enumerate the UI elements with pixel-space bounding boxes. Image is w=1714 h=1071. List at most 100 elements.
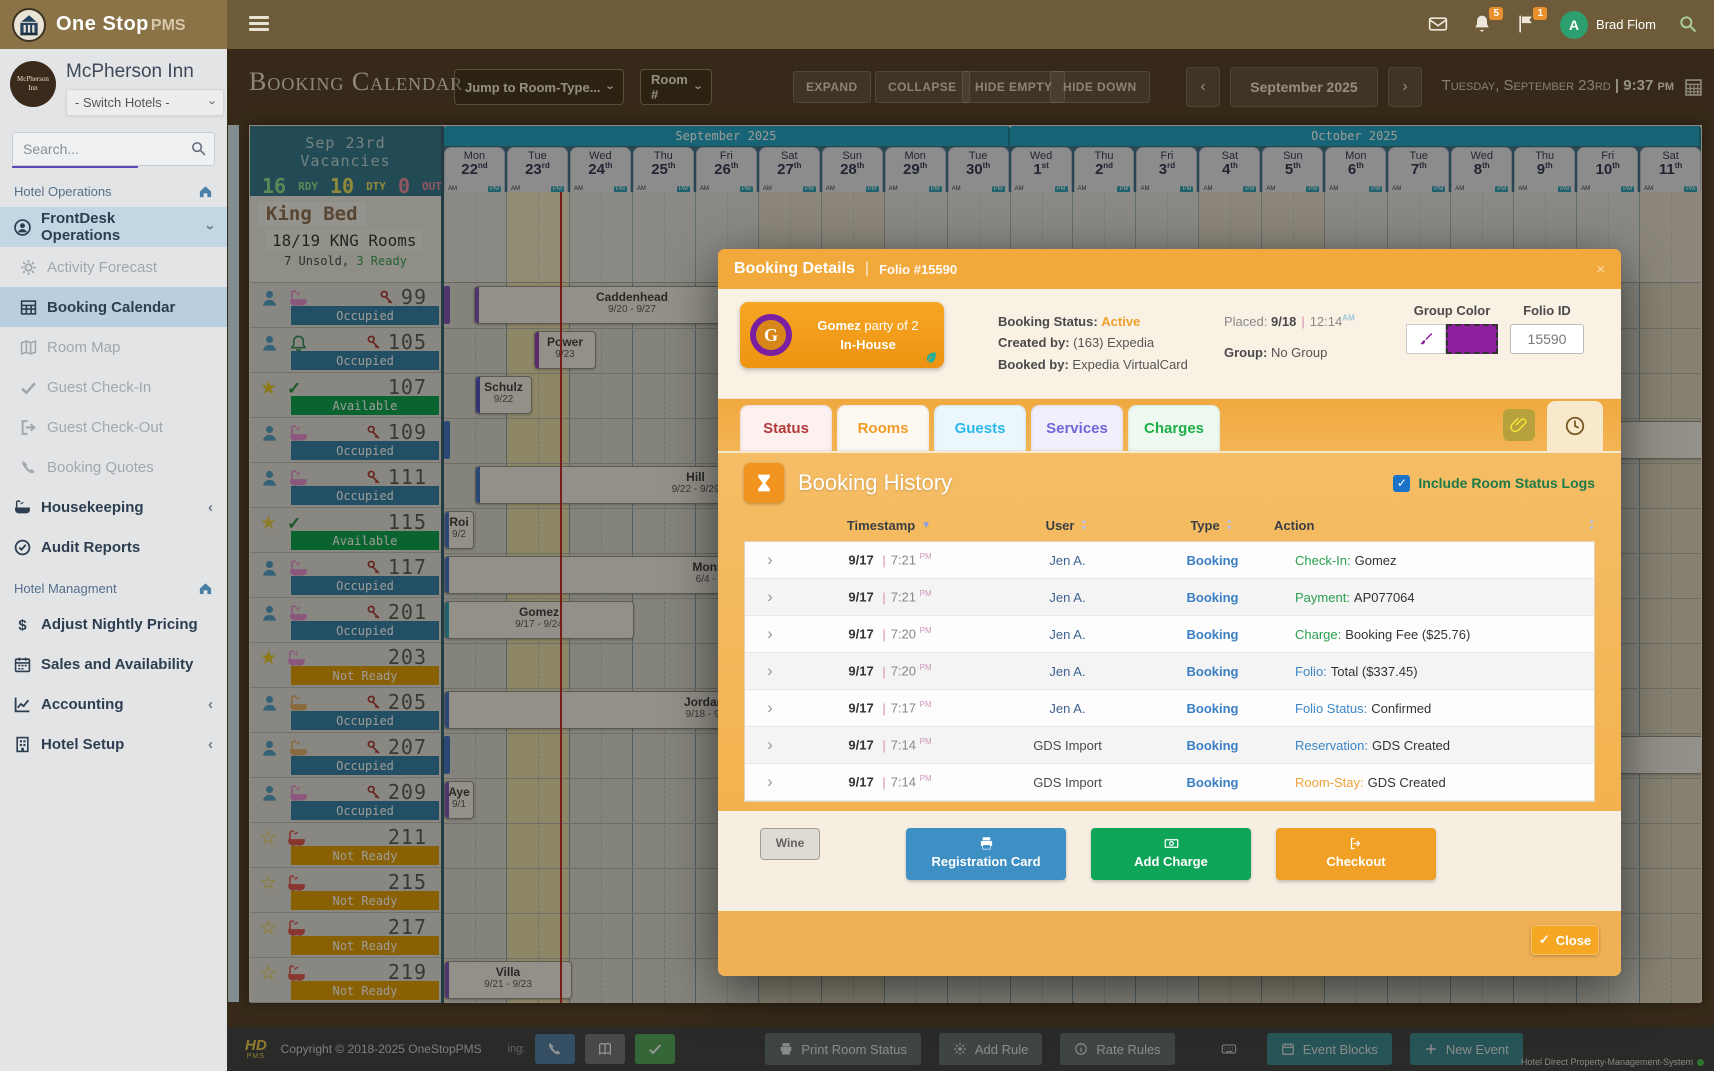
hotel-avatar: McPhersonInn [10, 61, 56, 107]
tab-services[interactable]: Services [1031, 405, 1123, 451]
group-color-swatch[interactable] [1446, 324, 1498, 354]
sidebar-item-accounting[interactable]: Accounting ‹ [0, 684, 227, 724]
map-icon [20, 339, 37, 356]
home-icon[interactable] [198, 184, 213, 199]
hamburger-menu-icon[interactable] [249, 16, 269, 32]
hourglass-icon [744, 463, 784, 503]
attachments-paperclip-icon[interactable] [1503, 409, 1535, 441]
avatar: A [1560, 11, 1588, 39]
row-timestamp: 9/17 |7:14 PM [795, 737, 985, 752]
sidebar-item-activity-forecast[interactable]: Activity Forecast [0, 247, 227, 287]
history-row[interactable]: ›9/17 |7:14 PMGDS ImportBookingRoom-Stay… [745, 764, 1594, 801]
modal-footer: ✓ Close [718, 911, 1621, 976]
col-timestamp[interactable]: Timestamp▼ [794, 518, 984, 533]
sidebar-item-booking-quotes[interactable]: Booking Quotes [0, 447, 227, 487]
sidebar-item-adjust-nightly-pricing[interactable]: $ Adjust Nightly Pricing [0, 604, 227, 644]
row-expander-icon[interactable]: › [745, 624, 795, 644]
row-expander-icon[interactable]: › [745, 661, 795, 681]
sidebar-item-label: Activity Forecast [47, 259, 213, 276]
sidebar-item-audit-reports[interactable]: Audit Reports [0, 527, 227, 567]
sidebar-item-label: Housekeeping [41, 499, 198, 516]
dollar-icon: $ [14, 616, 31, 633]
row-type: Booking [1150, 738, 1275, 753]
col-action[interactable]: Action▲▼ [1274, 518, 1595, 533]
history-row[interactable]: ›9/17 |7:20 PMJen A.BookingFolio:Total (… [745, 653, 1594, 690]
home-icon[interactable] [198, 581, 213, 596]
user-name: Brad Flom [1596, 17, 1656, 32]
modal-tab-strip: Status Rooms Guests Services Charges [718, 399, 1621, 451]
row-expander-icon[interactable]: › [745, 698, 795, 718]
global-search-icon[interactable] [1678, 14, 1700, 36]
modal-title: Booking Details [734, 260, 855, 278]
sidebar-item-frontdesk-operations[interactable]: FrontDesk Operations› [0, 207, 227, 247]
sidebar-item-label: Adjust Nightly Pricing [41, 616, 213, 633]
hotel-name: McPherson Inn [66, 61, 224, 83]
sidebar-item-label: Accounting [41, 696, 198, 713]
sidebar-item-housekeeping[interactable]: Housekeeping ‹ [0, 487, 227, 527]
notifications-bell-icon[interactable]: 5 [1472, 14, 1494, 36]
row-type: Booking [1150, 627, 1275, 642]
search-input[interactable] [12, 132, 215, 166]
sidebar-item-guest-check-out[interactable]: Guest Check-Out [0, 407, 227, 447]
history-row[interactable]: ›9/17 |7:21 PMJen A.BookingPayment:AP077… [745, 579, 1594, 616]
chevron-left-icon: ‹ [208, 499, 213, 516]
section-hotel-operations: Hotel Operations [0, 170, 227, 207]
registration-card-button[interactable]: Registration Card [906, 828, 1066, 880]
checkout-button[interactable]: Checkout [1276, 828, 1436, 880]
history-row[interactable]: ›9/17 |7:21 PMJen A.BookingCheck-In:Gome… [745, 542, 1594, 579]
tab-guests[interactable]: Guests [934, 405, 1026, 451]
sidebar-item-booking-calendar[interactable]: Booking Calendar [0, 287, 227, 327]
history-title: Booking History [798, 470, 952, 496]
col-type[interactable]: Type▲▼ [1149, 518, 1274, 533]
row-expander-icon[interactable]: › [745, 735, 795, 755]
sidebar-item-room-map[interactable]: Room Map [0, 327, 227, 367]
topbar-actions: 5 1 A Brad Flom [1428, 0, 1700, 49]
table-icon [20, 299, 37, 316]
row-type: Booking [1150, 701, 1275, 716]
chevron-down-icon: › [202, 225, 219, 230]
history-table-body: ›9/17 |7:21 PMJen A.BookingCheck-In:Gome… [744, 541, 1595, 802]
switch-hotels-select[interactable]: - Switch Hotels - › [66, 89, 224, 116]
close-button[interactable]: ✓ Close [1531, 925, 1599, 955]
add-charge-button[interactable]: Add Charge [1091, 828, 1251, 880]
check-icon: ✓ [1539, 932, 1550, 948]
stray-booking-bar[interactable]: Wine [760, 828, 820, 860]
history-row[interactable]: ›9/17 |7:17 PMJen A.BookingFolio Status:… [745, 690, 1594, 727]
chevron-left-icon: ‹ [208, 696, 213, 713]
tab-charges[interactable]: Charges [1128, 405, 1220, 451]
row-action: Folio:Total ($337.45) [1275, 664, 1594, 679]
tab-status[interactable]: Status [740, 405, 832, 451]
row-expander-icon[interactable]: › [745, 772, 795, 792]
guest-card[interactable]: G Gomez party of 2 In-House [740, 302, 944, 368]
group-value: No Group [1271, 345, 1327, 360]
guest-status: In-House [840, 337, 896, 352]
user-menu[interactable]: A Brad Flom [1560, 11, 1656, 39]
messages-icon[interactable] [1428, 14, 1450, 36]
row-type: Booking [1150, 775, 1275, 790]
modal-folio-subtitle: Folio #15590 [879, 262, 957, 277]
flags-icon[interactable]: 1 [1516, 14, 1538, 36]
chart-icon [14, 696, 31, 713]
folio-id-input[interactable] [1510, 324, 1584, 354]
row-action: Check-In:Gomez [1275, 553, 1594, 568]
row-user: Jen A. [985, 664, 1150, 679]
sidebar-item-sales-and-availability[interactable]: Sales and Availability [0, 644, 227, 684]
modal-close-icon[interactable]: × [1596, 261, 1605, 278]
sidebar-item-hotel-setup[interactable]: Hotel Setup‹ [0, 724, 227, 764]
hotel-block: McPhersonInn McPherson Inn - Switch Hote… [0, 49, 227, 122]
row-expander-icon[interactable]: › [745, 550, 795, 570]
history-row[interactable]: ›9/17 |7:20 PMJen A.BookingCharge:Bookin… [745, 616, 1594, 653]
placed-label: Placed: [1224, 314, 1267, 329]
include-room-status-checkbox[interactable]: ✓ [1393, 475, 1410, 492]
search-icon[interactable] [190, 140, 207, 157]
row-type: Booking [1150, 553, 1275, 568]
row-expander-icon[interactable]: › [745, 587, 795, 607]
col-user[interactable]: User▲▼ [984, 518, 1149, 533]
tab-rooms[interactable]: Rooms [837, 405, 929, 451]
tab-history-clock-icon[interactable] [1547, 401, 1603, 451]
color-brush-icon[interactable] [1406, 324, 1446, 354]
history-row[interactable]: ›9/17 |7:14 PMGDS ImportBookingReservati… [745, 727, 1594, 764]
sidebar-item-guest-check-in[interactable]: Guest Check-In [0, 367, 227, 407]
placed-time: 12:14 [1310, 314, 1343, 329]
app-root: One StopPMS 5 1 A Brad Flom [0, 0, 1714, 1071]
